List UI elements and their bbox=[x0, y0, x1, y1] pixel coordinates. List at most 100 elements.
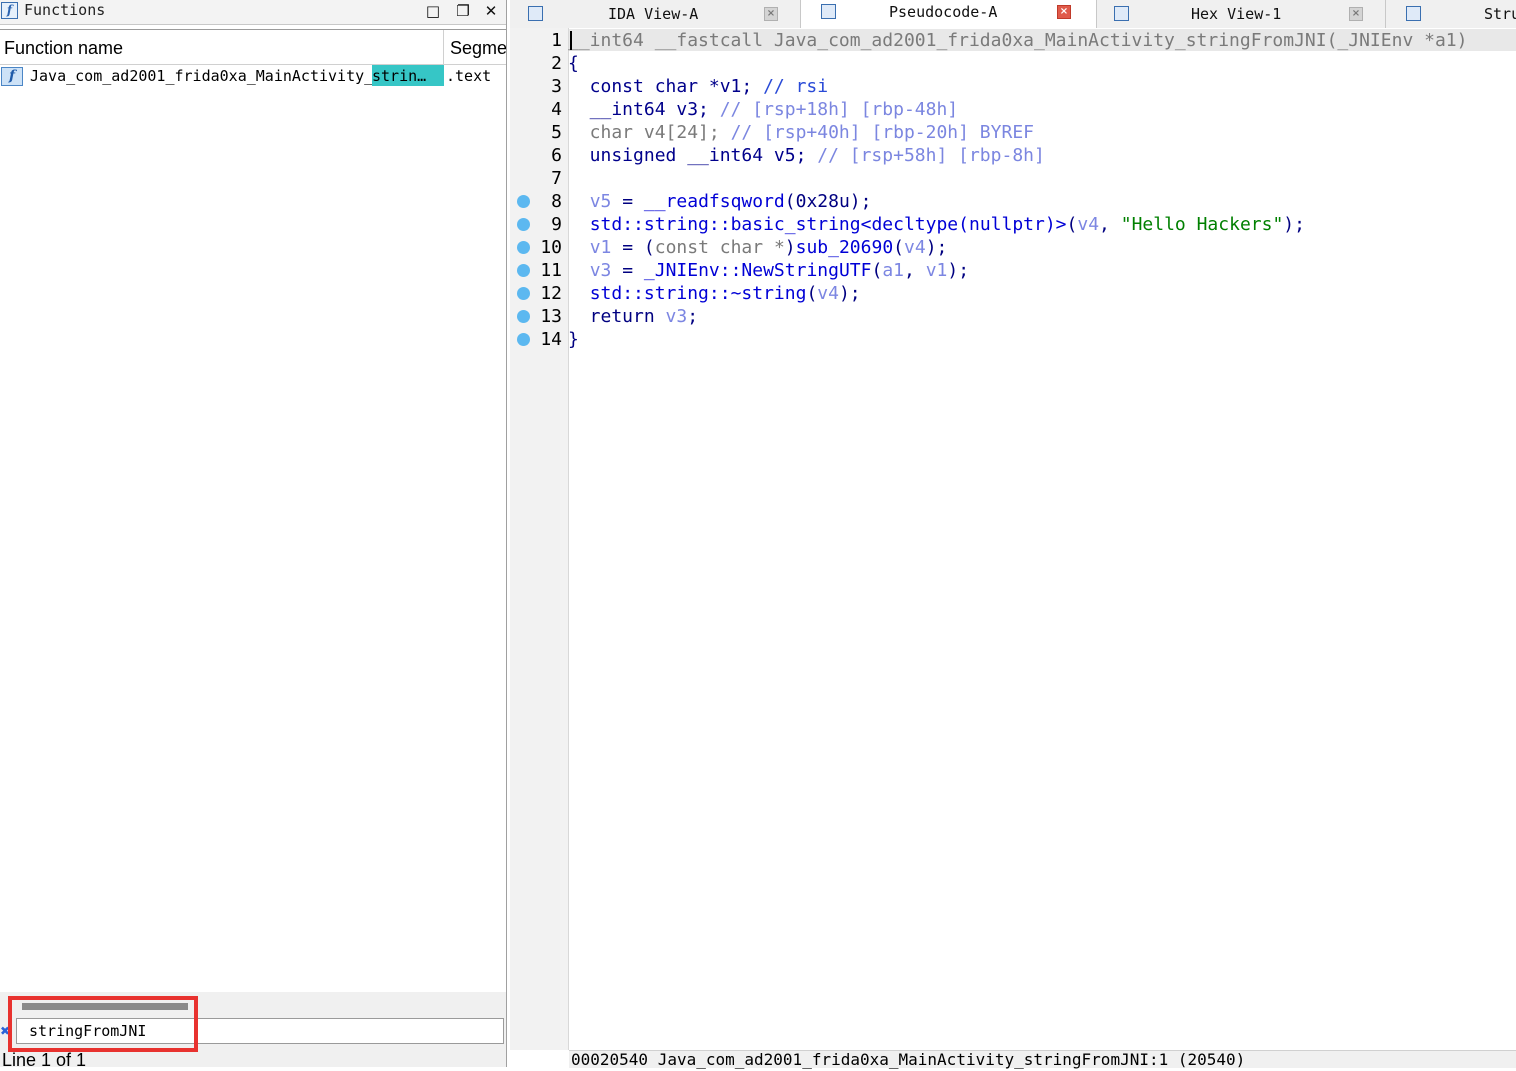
code-text: ) bbox=[784, 237, 796, 258]
declaration: __int64 v3; bbox=[568, 99, 720, 120]
close-tab-icon[interactable]: × bbox=[1349, 7, 1363, 21]
function-call: _JNIEnv::NewStringUTF bbox=[643, 260, 872, 281]
table-row[interactable]: f Java_com_ad2001_frida0xa_MainActivity_… bbox=[0, 65, 506, 87]
code-line-13[interactable]: return v3; bbox=[568, 305, 698, 328]
breakpoint-marker[interactable] bbox=[517, 310, 530, 323]
breakpoint-marker[interactable] bbox=[517, 195, 530, 208]
function-call: __readfsqword bbox=[643, 191, 785, 212]
line-number: 7 bbox=[551, 168, 562, 189]
code-line-12[interactable]: std::string::~string(v4); bbox=[568, 282, 861, 305]
tab-ida-view-a[interactable]: IDA View-A × bbox=[510, 0, 801, 28]
operator: = bbox=[611, 191, 644, 212]
code-comment: // [rsp+18h] [rbp-48h] bbox=[719, 99, 959, 120]
code-text: , bbox=[1099, 214, 1121, 235]
function-icon: f bbox=[1, 2, 18, 19]
code-text: ); bbox=[838, 283, 861, 304]
code-comment: // [rsp+40h] [rbp-20h] BYREF bbox=[730, 122, 1034, 143]
pseudocode-icon bbox=[821, 4, 836, 19]
code-line-1[interactable]: __int64 __fastcall Java_com_ad2001_frida… bbox=[568, 29, 1467, 52]
restore-icon[interactable]: ❐ bbox=[454, 2, 472, 20]
functions-table-header: Function name Segme bbox=[0, 29, 506, 65]
code-line-3[interactable]: const char *v1; // rsi bbox=[568, 75, 828, 98]
code-text: ); bbox=[947, 260, 970, 281]
code-line-9[interactable]: std::string::basic_string<decltype(nullp… bbox=[568, 213, 1305, 236]
functions-status: Line 1 of 1 bbox=[2, 1050, 87, 1070]
hex-view-icon bbox=[1114, 6, 1129, 21]
breakpoint-marker[interactable] bbox=[517, 333, 530, 346]
pseudocode-view[interactable] bbox=[569, 28, 1516, 1050]
code-line-6[interactable]: unsigned __int64 v5; // [rsp+58h] [rbp-8… bbox=[568, 144, 1045, 167]
variable: v4 bbox=[904, 237, 926, 258]
column-function-name[interactable]: Function name bbox=[4, 38, 123, 59]
function-call: sub_20690 bbox=[795, 237, 894, 258]
clear-filter-icon[interactable]: ✖ bbox=[0, 1024, 10, 1038]
breakpoint-marker[interactable] bbox=[517, 287, 530, 300]
close-icon[interactable]: ✕ bbox=[482, 2, 500, 20]
code-line-11[interactable]: v3 = _JNIEnv::NewStringUTF(a1, v1); bbox=[568, 259, 969, 282]
variable: v3 bbox=[665, 306, 688, 327]
close-tab-icon[interactable]: × bbox=[1057, 5, 1071, 19]
function-name: Java_com_ad2001_frida0xa_MainActivity_ bbox=[30, 67, 374, 85]
code-comment: // [rsp+58h] [rbp-8h] bbox=[817, 145, 1045, 166]
text-cursor bbox=[570, 31, 572, 50]
breakpoint-marker[interactable] bbox=[517, 218, 530, 231]
filter-scrollbar[interactable] bbox=[22, 1003, 188, 1010]
code-line-2[interactable]: { bbox=[568, 52, 579, 75]
tab-structures[interactable]: Stru bbox=[1386, 0, 1516, 28]
line-number: 6 bbox=[551, 145, 562, 166]
line-number: 4 bbox=[551, 99, 562, 120]
code-text: ( bbox=[1066, 214, 1078, 235]
function-call: std::string::basic_string<decltype(nullp… bbox=[589, 214, 1067, 235]
declaration: char v4[24]; bbox=[568, 122, 731, 143]
type-cast: const char * bbox=[654, 237, 785, 258]
declaration: unsigned __int64 v5; bbox=[568, 145, 818, 166]
operator: = ( bbox=[611, 237, 655, 258]
code-text: , bbox=[904, 260, 926, 281]
variable: v4 bbox=[817, 283, 839, 304]
maximize-icon[interactable]: □ bbox=[424, 2, 442, 20]
function-filter-input[interactable] bbox=[16, 1018, 504, 1044]
code-line-10[interactable]: v1 = (const char *)sub_20690(v4); bbox=[568, 236, 948, 259]
breakpoint-marker[interactable] bbox=[517, 264, 530, 277]
tab-label: IDA View-A bbox=[608, 5, 699, 23]
declaration: const char *v1; bbox=[568, 76, 764, 97]
column-separator[interactable] bbox=[443, 30, 444, 64]
tab-label: Stru bbox=[1484, 5, 1516, 23]
function-call: std::string::~string bbox=[589, 283, 807, 304]
functions-title: Functions bbox=[24, 1, 106, 19]
code-text: ( bbox=[806, 283, 818, 304]
functions-titlebar: f Functions □ ❐ ✕ bbox=[0, 0, 506, 25]
function-signature: __int64 __fastcall Java_com_ad2001_frida… bbox=[568, 30, 1468, 51]
variable: a1 bbox=[882, 260, 904, 281]
code-text: ( bbox=[871, 260, 883, 281]
line-number: 2 bbox=[551, 53, 562, 74]
function-name-match: strin… bbox=[372, 67, 427, 85]
code-line-5[interactable]: char v4[24]; // [rsp+40h] [rbp-20h] BYRE… bbox=[568, 121, 1034, 144]
variable: v5 bbox=[589, 191, 612, 212]
code-text: } bbox=[568, 329, 579, 350]
close-tab-icon[interactable]: × bbox=[764, 7, 778, 21]
string-literal: "Hello Hackers" bbox=[1120, 214, 1284, 235]
code-line-14[interactable]: } bbox=[568, 328, 579, 351]
variable: v1 bbox=[925, 260, 948, 281]
functions-panel: f Functions □ ❐ ✕ Function name Segme f … bbox=[0, 0, 507, 1070]
tab-pseudocode-a[interactable]: Pseudocode-A × bbox=[801, 0, 1097, 28]
variable: v3 bbox=[589, 260, 612, 281]
breakpoint-marker[interactable] bbox=[517, 241, 530, 254]
code-line-4[interactable]: __int64 v3; // [rsp+18h] [rbp-48h] bbox=[568, 98, 958, 121]
status-location: 00020540 Java_com_ad2001_frida0xa_MainAc… bbox=[571, 1050, 1246, 1069]
column-segment[interactable]: Segme bbox=[450, 38, 506, 59]
code-text: ; bbox=[687, 306, 699, 327]
code-text: ( bbox=[893, 237, 905, 258]
tab-hex-view-1[interactable]: Hex View-1 × bbox=[1097, 0, 1386, 28]
code-line-8[interactable]: v5 = __readfsqword(0x28u); bbox=[568, 190, 872, 213]
code-text: (0x28u); bbox=[784, 191, 872, 212]
tab-label: Pseudocode-A bbox=[889, 3, 998, 21]
function-icon: f bbox=[1, 67, 23, 86]
code-text: { bbox=[568, 53, 579, 74]
function-segment: .text bbox=[446, 67, 492, 85]
code-text: ); bbox=[925, 237, 948, 258]
